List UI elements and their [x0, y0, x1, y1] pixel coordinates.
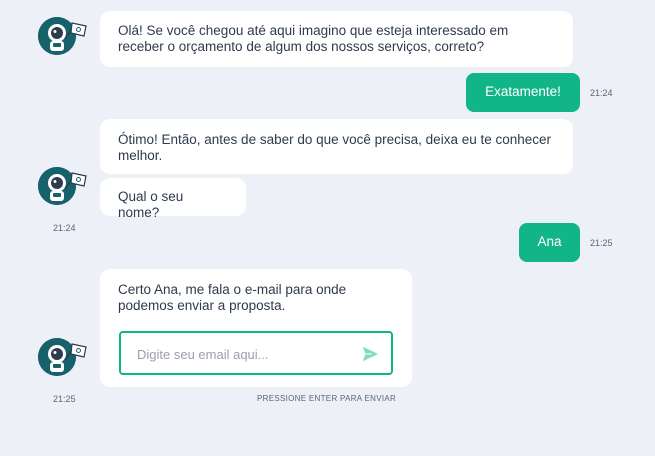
bot-avatar — [38, 338, 87, 376]
bot-message: Qual o seu nome? — [100, 178, 246, 220]
send-icon[interactable] — [361, 345, 379, 363]
bot-message: Ótimo! Então, antes de saber do que você… — [100, 119, 573, 174]
user-message: Exatamente! — [466, 73, 580, 112]
astronaut-avatar-icon — [38, 167, 87, 205]
enter-hint: PRESSIONE ENTER PARA ENVIAR — [257, 394, 397, 403]
message-time: 21:24 — [590, 88, 613, 98]
user-message-text: Exatamente! — [485, 84, 561, 99]
bot-avatar — [38, 167, 87, 205]
email-field-container — [119, 331, 393, 375]
bot-message-text: Qual o seu nome? — [118, 189, 184, 220]
user-message-text: Ana — [537, 234, 562, 249]
message-time: 21:24 — [53, 223, 76, 233]
astronaut-avatar-icon — [38, 17, 87, 55]
bot-message-text: Ótimo! Então, antes de saber do que você… — [118, 132, 552, 163]
user-message: Ana — [519, 223, 580, 262]
astronaut-avatar-icon — [38, 338, 87, 376]
message-time: 21:25 — [590, 238, 613, 248]
bot-message: Olá! Se você chegou até aqui imagino que… — [100, 11, 573, 67]
bot-message-text: Certo Ana, me fala o e-mail para onde po… — [118, 282, 347, 313]
email-input[interactable] — [135, 343, 349, 365]
bot-message-text: Olá! Se você chegou até aqui imagino que… — [118, 23, 509, 54]
message-time: 21:25 — [53, 394, 76, 404]
bot-avatar — [38, 17, 87, 55]
